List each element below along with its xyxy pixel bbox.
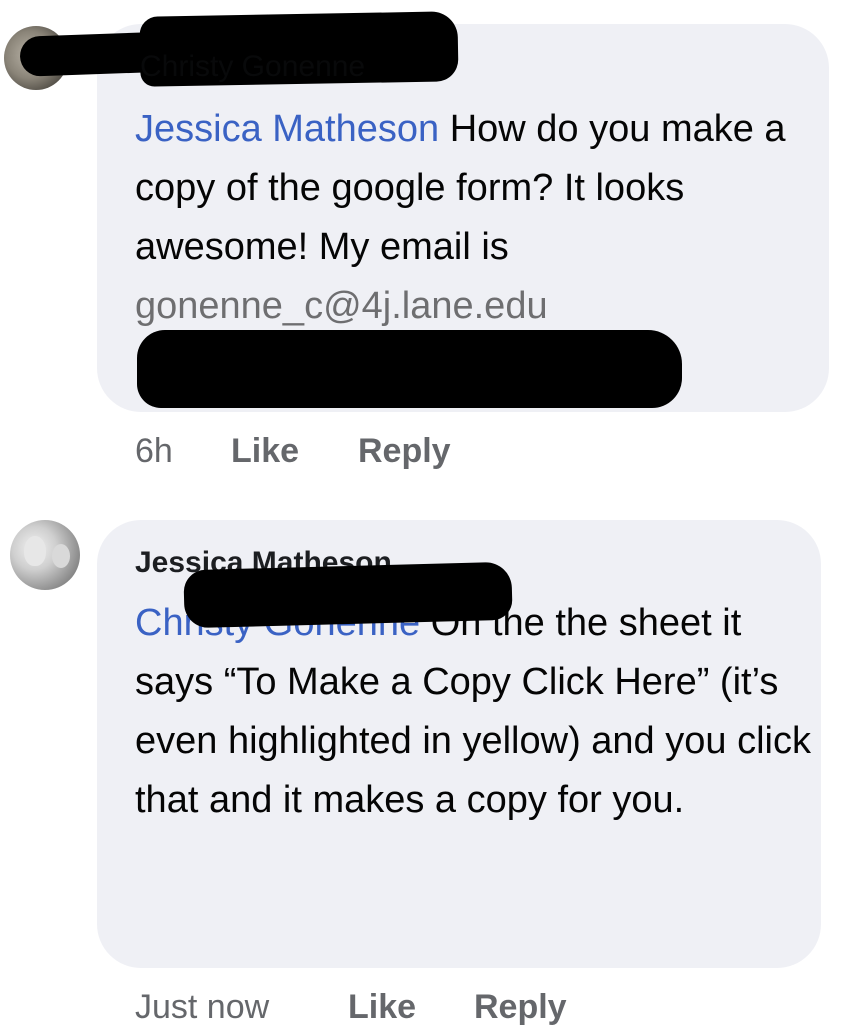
mention-link[interactable]: Jessica Matheson bbox=[135, 108, 439, 150]
comment-text: Jessica Matheson How do you make a copy … bbox=[135, 100, 825, 336]
avatar-face bbox=[52, 544, 70, 568]
email-text: gonenne_c@4j.lane.edu bbox=[135, 285, 548, 327]
commenter-avatar[interactable] bbox=[10, 520, 80, 590]
timestamp: 6h bbox=[135, 432, 173, 470]
redaction-mark bbox=[183, 561, 513, 629]
reply-button[interactable]: Reply bbox=[358, 432, 451, 471]
reply-button[interactable]: Reply bbox=[474, 988, 567, 1027]
like-button[interactable]: Like bbox=[348, 988, 416, 1027]
comment-thread: Jessica Matheson How do you make a copy … bbox=[0, 0, 865, 1034]
comment-author[interactable]: Christy Gonenne bbox=[140, 50, 365, 84]
avatar-face bbox=[24, 536, 46, 566]
timestamp: Just now bbox=[135, 988, 270, 1026]
redaction-mark bbox=[137, 330, 682, 408]
comment-text: Christy Gonenne On the the sheet it says… bbox=[135, 594, 815, 830]
like-button[interactable]: Like bbox=[231, 432, 299, 471]
